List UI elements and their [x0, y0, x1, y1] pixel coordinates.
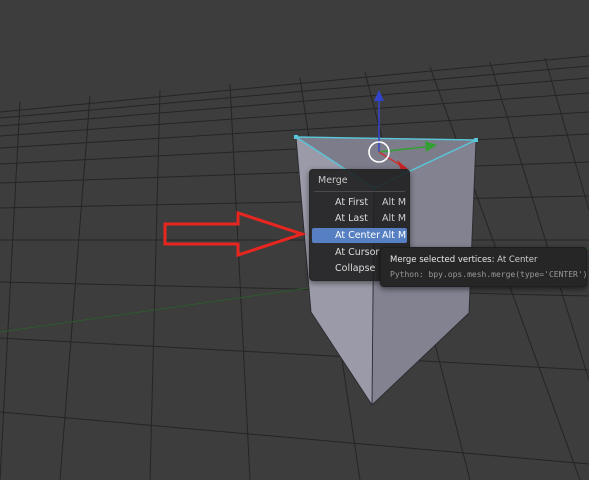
tooltip-title: Merge selected vertices:	[390, 255, 495, 265]
3d-viewport[interactable]: Merge At First Alt M At Last Alt M At Ce…	[0, 0, 589, 480]
menu-item-shortcut: Alt M	[382, 230, 407, 241]
tooltip-python: Python: bpy.ops.mesh.merge(type='CENTER'…	[390, 270, 588, 279]
menu-item-at-center[interactable]: At Center Alt M	[312, 228, 407, 243]
tooltip: Merge selected vertices: At Center Pytho…	[380, 247, 587, 287]
viewport-scene	[0, 55, 589, 480]
menu-item-label: At First	[335, 197, 369, 208]
red-outline-arrow-icon	[163, 210, 307, 258]
menu-item-shortcut: Alt M	[382, 197, 407, 208]
menu-divider	[314, 191, 405, 192]
menu-item-at-last[interactable]: At Last Alt M	[312, 211, 407, 226]
tooltip-value: At Center	[497, 255, 538, 265]
merge-menu-title: Merge	[318, 175, 348, 186]
menu-item-at-first[interactable]: At First Alt M	[312, 195, 407, 210]
tooltip-title-line: Merge selected vertices: At Center	[390, 255, 537, 265]
menu-item-label: At Cursor	[335, 247, 380, 258]
menu-item-shortcut: Alt M	[382, 213, 407, 224]
menu-item-label: Collapse	[335, 263, 376, 274]
menu-item-label: At Center	[335, 230, 381, 241]
menu-item-label: At Last	[335, 213, 368, 224]
